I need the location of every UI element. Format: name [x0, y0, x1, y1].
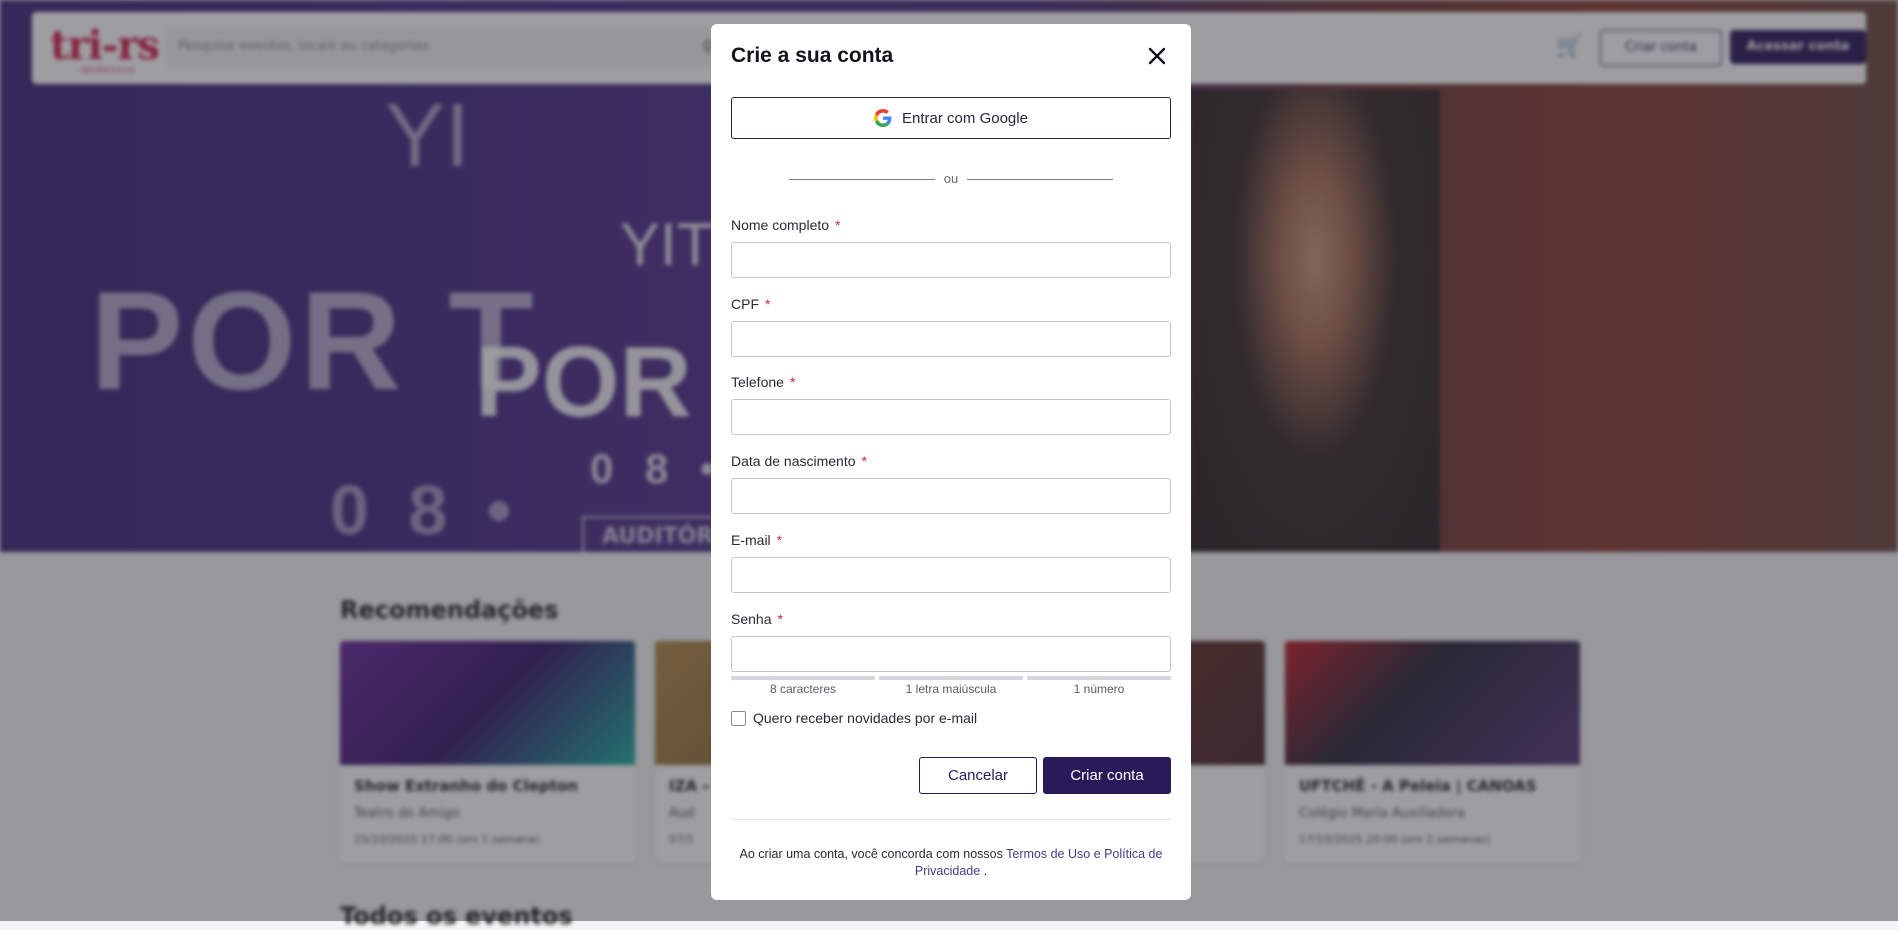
required-mark: *: [776, 532, 783, 548]
required-mark: *: [777, 611, 783, 627]
required-mark: *: [835, 217, 841, 233]
newsletter-checkbox[interactable]: [731, 710, 746, 726]
terms-prefix: Ao criar uma conta, você concorda com no…: [739, 847, 1007, 861]
password-requirement-length: 8 caracteres: [769, 682, 837, 696]
password-strength-bar: [879, 676, 1023, 680]
full-name-label-text: Nome completo: [731, 217, 830, 233]
or-divider: ou: [789, 171, 1113, 187]
phone-label-text: Telefone: [731, 374, 784, 390]
password-label: Senha *: [731, 611, 783, 627]
google-icon: [874, 109, 892, 127]
divider-line: [967, 179, 1113, 180]
full-name-input[interactable]: [731, 242, 1171, 278]
newsletter-label: Quero receber novidades por e-mail: [753, 710, 978, 726]
cpf-label: CPF *: [731, 296, 770, 312]
required-mark: *: [861, 453, 867, 469]
birthdate-label-text: Data de nascimento: [731, 453, 856, 469]
close-button[interactable]: [1145, 44, 1169, 68]
cancel-button[interactable]: Cancelar: [919, 757, 1037, 794]
password-strength-bar: [731, 676, 875, 680]
required-mark: *: [789, 374, 796, 390]
cpf-input[interactable]: [731, 321, 1171, 357]
email-label-text: E-mail: [731, 532, 771, 548]
terms-suffix: .: [980, 864, 988, 878]
phone-input[interactable]: [731, 399, 1171, 435]
phone-label: Telefone *: [731, 374, 795, 390]
password-strength-bar: [1027, 676, 1171, 680]
google-signin-label: Entrar com Google: [902, 109, 1028, 127]
modal-title: Crie a sua conta: [731, 44, 894, 67]
email-label: E-mail *: [731, 532, 782, 548]
terms-notice: Ao criar uma conta, você concorda com no…: [731, 846, 1171, 880]
required-mark: *: [765, 296, 771, 312]
full-name-label: Nome completo *: [731, 217, 841, 233]
signup-modal: Crie a sua conta Entrar com Google ou No…: [711, 24, 1191, 900]
email-input[interactable]: [731, 557, 1171, 593]
newsletter-checkbox-row[interactable]: Quero receber novidades por e-mail: [731, 710, 977, 726]
cpf-label-text: CPF: [731, 296, 759, 312]
password-requirement-uppercase: 1 letra maiúscula: [905, 682, 997, 696]
password-strength-bars: [731, 676, 1171, 680]
google-signin-button[interactable]: Entrar com Google: [731, 97, 1171, 139]
create-account-button[interactable]: Criar conta: [1043, 757, 1171, 794]
password-requirements: 8 caracteres 1 letra maiúscula 1 número: [731, 682, 1171, 696]
birthdate-input[interactable]: [731, 478, 1171, 514]
birthdate-label: Data de nascimento *: [731, 453, 867, 469]
password-input[interactable]: [731, 636, 1171, 672]
modal-divider: [731, 819, 1171, 820]
password-label-text: Senha: [731, 611, 772, 627]
close-icon: [1148, 47, 1166, 65]
password-requirement-number: 1 número: [1073, 682, 1125, 696]
